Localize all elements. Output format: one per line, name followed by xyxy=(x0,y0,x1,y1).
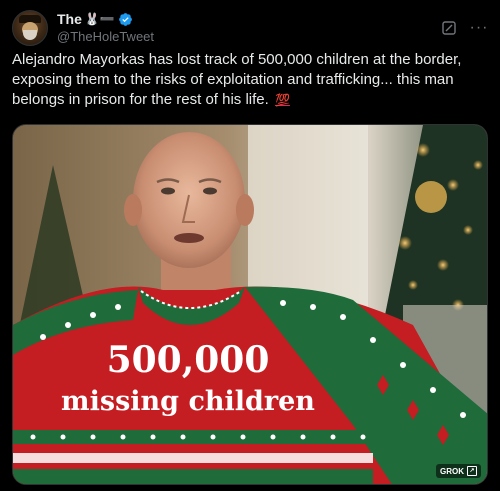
sweater-line-2: missing children xyxy=(61,386,315,417)
generated-image: 500,000 missing children xyxy=(13,125,487,484)
verified-badge-icon xyxy=(118,13,132,26)
tweet: The 🐰➖ @TheHoleTweet ··· Alejandro Mayor… xyxy=(0,0,500,491)
grok-icon[interactable] xyxy=(440,19,458,37)
grok-badge: GROK ↗ xyxy=(436,464,481,478)
sweater-line-1: 500,000 xyxy=(107,339,270,381)
grok-badge-icon: ↗ xyxy=(467,466,477,476)
tweet-text: Alejandro Mayorkas has lost track of 500… xyxy=(12,50,488,110)
author-info: The 🐰➖ @TheHoleTweet xyxy=(57,11,154,45)
tweet-image[interactable]: 500,000 missing children GROK ↗ xyxy=(12,124,488,485)
grok-badge-label: GROK xyxy=(440,466,464,476)
tweet-body: Alejandro Mayorkas has lost track of 500… xyxy=(12,51,462,108)
hundred-emoji: 💯 xyxy=(274,93,290,107)
name-emoji: 🐰➖ xyxy=(84,12,115,26)
header-actions: ··· xyxy=(440,19,488,37)
avatar[interactable] xyxy=(12,10,48,46)
display-name[interactable]: The xyxy=(57,11,82,28)
display-name-row: The 🐰➖ xyxy=(57,11,154,28)
tweet-header: The 🐰➖ @TheHoleTweet ··· xyxy=(12,8,488,48)
more-options-icon[interactable]: ··· xyxy=(470,19,488,37)
handle[interactable]: @TheHoleTweet xyxy=(57,28,154,45)
